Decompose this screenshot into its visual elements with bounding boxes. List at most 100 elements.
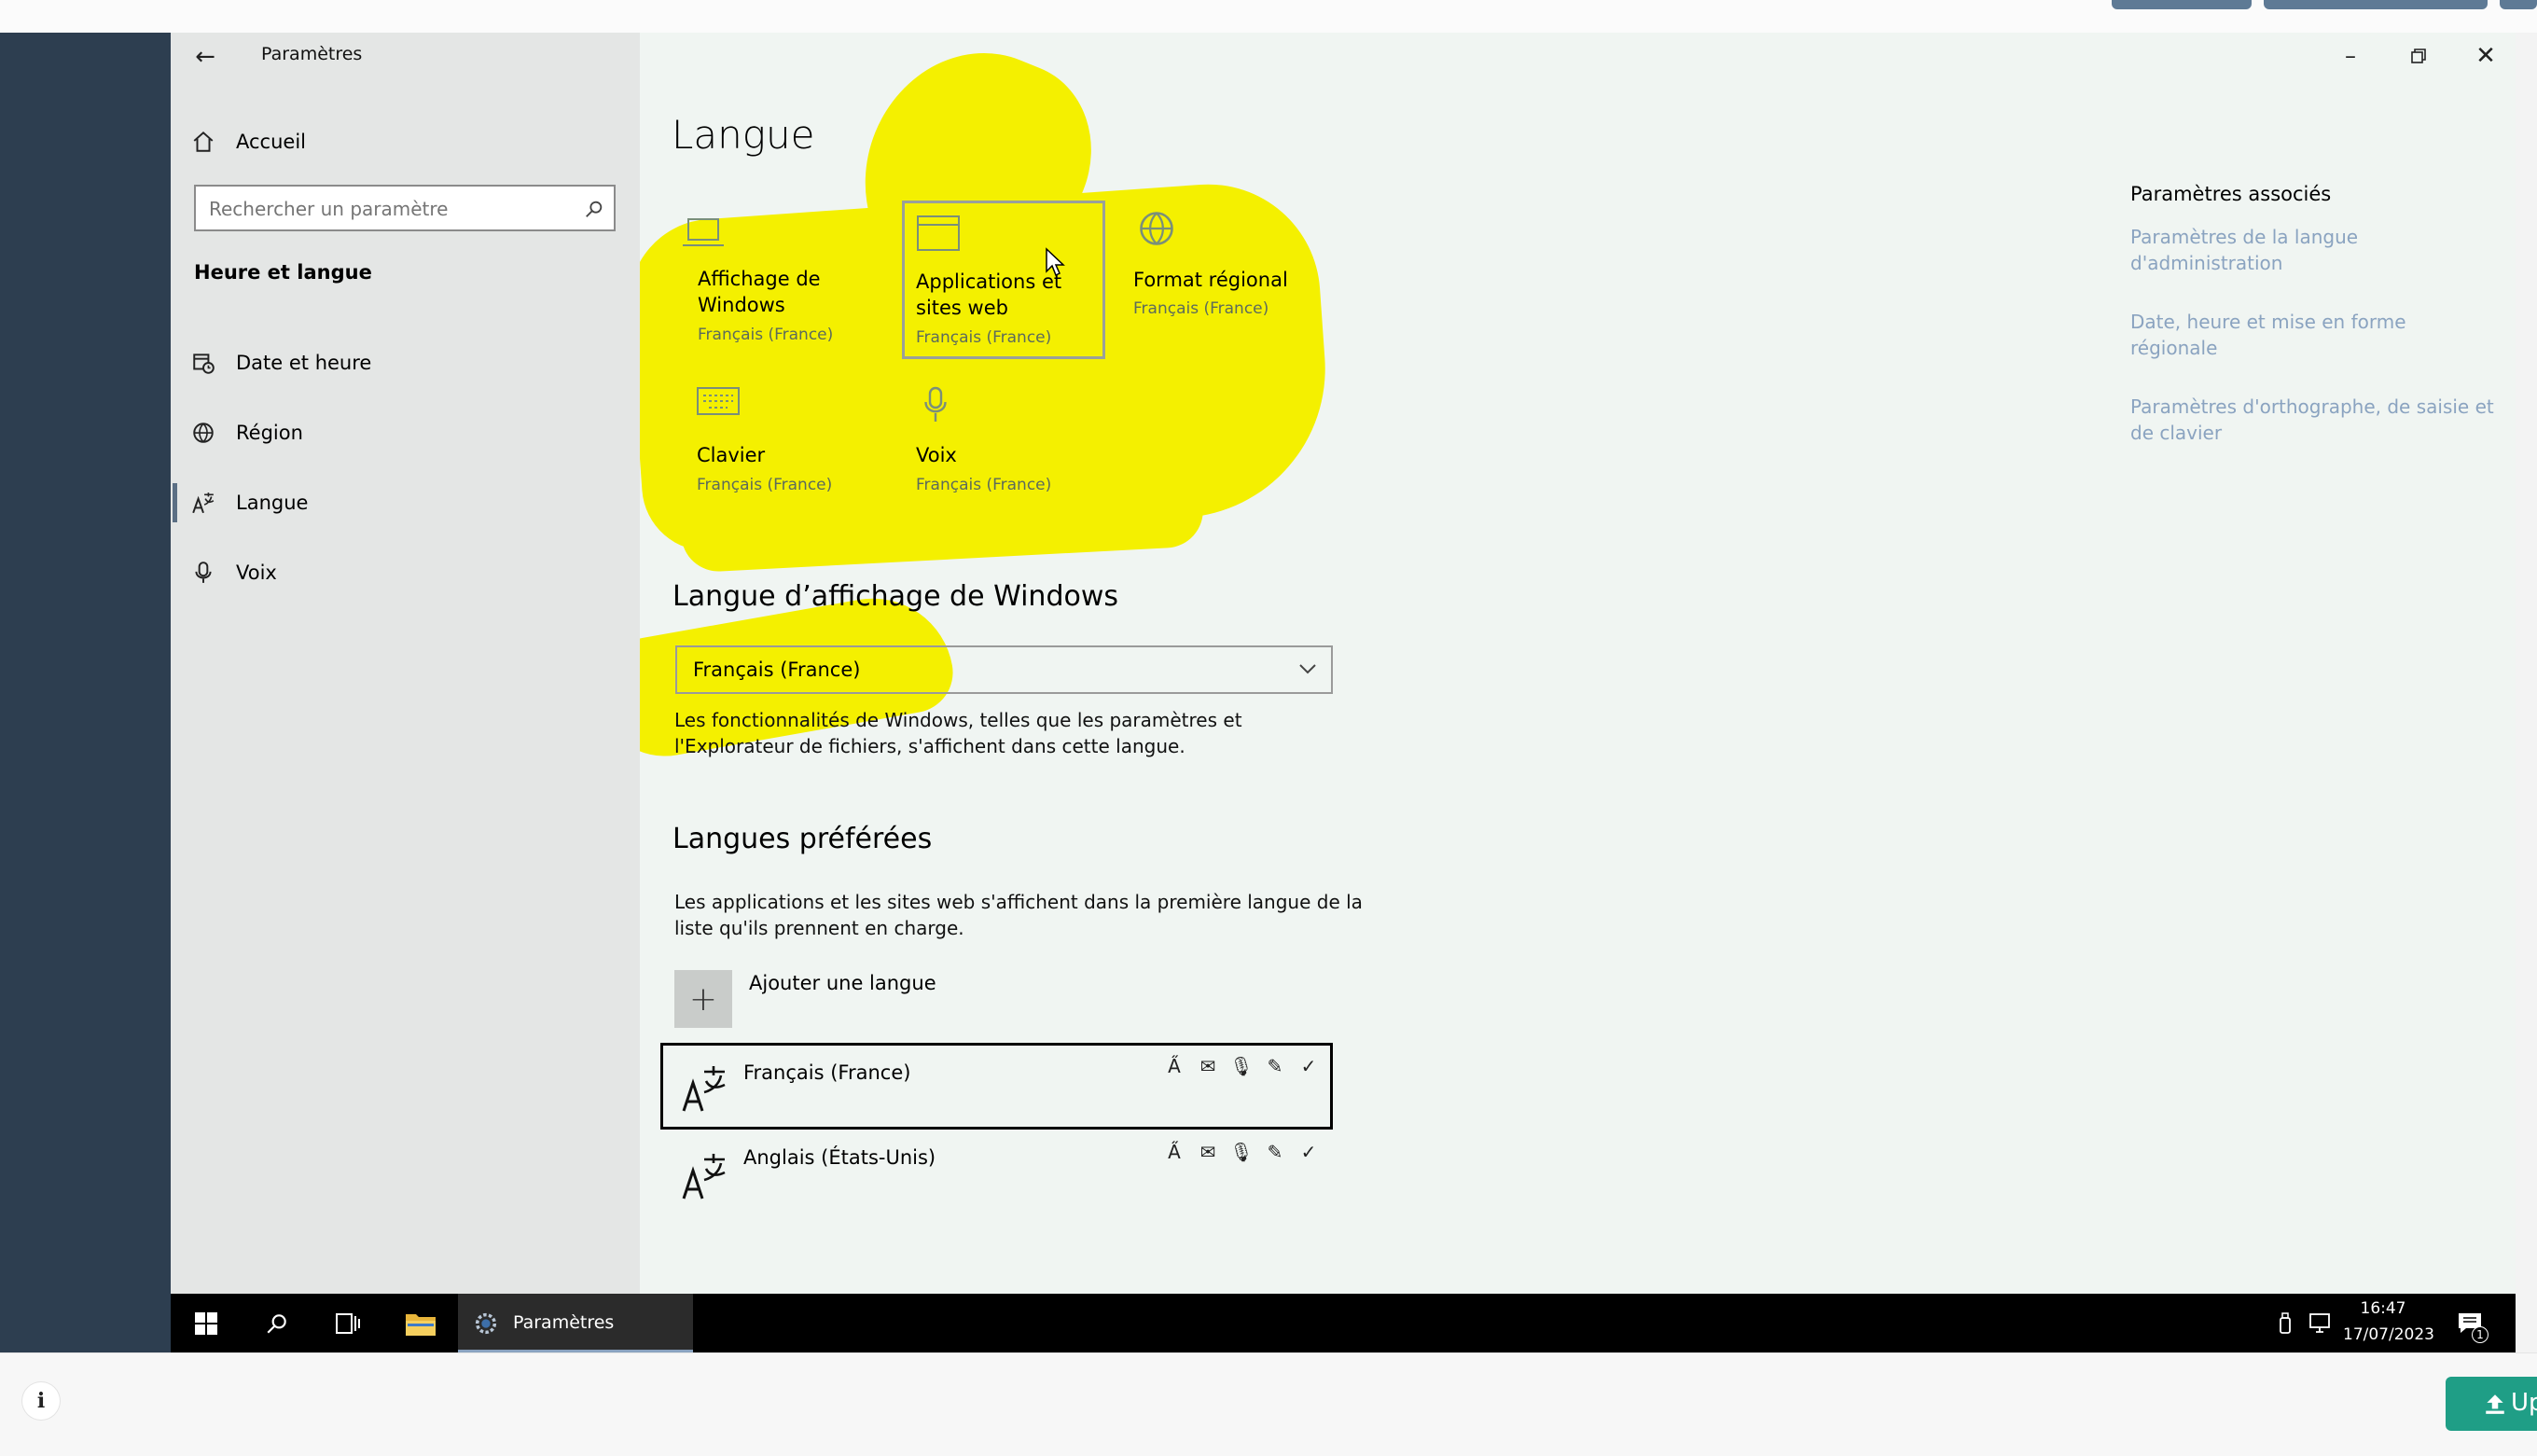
- microphone-icon: 🎙: [1229, 1141, 1254, 1163]
- nav-home[interactable]: Accueil: [191, 123, 564, 160]
- upload-icon: [2486, 1394, 2504, 1414]
- language-display-icon: A̋: [1168, 1141, 1181, 1163]
- tile-clavier[interactable]: Clavier Français (France): [681, 382, 895, 504]
- search-input[interactable]: [207, 194, 565, 224]
- tile-title: Affichage de: [698, 268, 821, 290]
- language-row[interactable]: Anglais (États-Unis) A̋ ✉ 🎙 ✎ ✓: [660, 1133, 1333, 1217]
- related-link-text: de clavier: [2130, 422, 2223, 444]
- outer-left-panel: [0, 33, 171, 1352]
- close-icon[interactable]: ✕: [2462, 37, 2509, 75]
- home-icon: [193, 131, 214, 152]
- display-language-description: l'Explorateur de fichiers, s'affichent d…: [674, 735, 1185, 757]
- related-link-text: régionale: [2130, 337, 2218, 359]
- task-view-icon: [336, 1312, 360, 1334]
- task-view-button[interactable]: [312, 1294, 383, 1352]
- tile-voix[interactable]: Voix Français (France): [902, 382, 1107, 504]
- sidebar-item-langue[interactable]: Langue: [191, 483, 620, 522]
- tile-affichage-windows[interactable]: Affichage de Windows Français (France): [681, 210, 895, 354]
- speech-bubble-icon: ✉: [1199, 1055, 1216, 1077]
- calendar-clock-icon: [193, 354, 215, 374]
- back-arrow-icon[interactable]: ←: [191, 40, 219, 74]
- start-button[interactable]: [171, 1294, 242, 1352]
- minimize-icon[interactable]: –: [2327, 37, 2374, 75]
- tile-subtitle: Français (France): [916, 476, 1052, 494]
- tile-subtitle: Français (France): [698, 326, 834, 344]
- taskbar-time[interactable]: 16:47: [2346, 1299, 2420, 1318]
- search-box[interactable]: [194, 185, 616, 231]
- globe-icon: [1140, 212, 1173, 245]
- language-icon: [192, 492, 215, 514]
- mouse-cursor-icon: [1046, 247, 1065, 277]
- window-title: Paramètres: [261, 44, 363, 64]
- speech-bubble-icon: ✉: [1199, 1141, 1216, 1163]
- display-language-dropdown[interactable]: Français (France): [675, 645, 1333, 694]
- sidebar-item-date-heure[interactable]: Date et heure: [191, 343, 620, 382]
- top-toolbar-button[interactable]: [2264, 0, 2488, 9]
- tile-title: Windows: [698, 294, 785, 316]
- sidebar-item-voix[interactable]: Voix: [191, 553, 620, 592]
- upload-label: Up: [2511, 1389, 2537, 1417]
- chevron-down-icon: [1299, 664, 1316, 674]
- microphone-icon: [924, 386, 947, 422]
- taskbar-app-parametres[interactable]: Paramètres: [458, 1294, 693, 1352]
- related-link-text: Paramètres d'orthographe, de saisie et: [2130, 395, 2494, 418]
- top-toolbar-button[interactable]: [2112, 0, 2252, 9]
- language-feature-icons: A̋ ✉ 🎙 ✎ ✓: [1158, 1055, 1335, 1077]
- sidebar-item-region[interactable]: Région: [191, 413, 620, 452]
- folder-icon: [406, 1313, 436, 1336]
- notification-badge: 1: [2472, 1326, 2488, 1343]
- restore-icon[interactable]: [2395, 37, 2442, 75]
- microphone-icon: [195, 562, 212, 583]
- action-center-button[interactable]: 1: [2453, 1306, 2490, 1343]
- language-icon: [682, 1066, 726, 1112]
- related-link-date-heure[interactable]: Date, heure et mise en forme régionale: [2130, 309, 2503, 361]
- microphone-icon: 🎙: [1229, 1055, 1254, 1077]
- tile-subtitle: Français (France): [916, 328, 1052, 347]
- keyboard-icon: [697, 387, 740, 415]
- language-display-icon: A̋: [1168, 1055, 1181, 1077]
- tile-format-regional[interactable]: Format régional Français (France): [1129, 205, 1334, 326]
- language-row-selected[interactable]: Français (France) A̋ ✉ 🎙 ✎ ✓: [660, 1043, 1333, 1130]
- window-icon: [917, 215, 960, 251]
- handwriting-icon: ✎: [1267, 1055, 1283, 1077]
- spellcheck-icon: ✓: [1300, 1141, 1317, 1163]
- search-icon: [267, 1313, 286, 1334]
- plus-icon: +: [674, 970, 732, 1028]
- related-link-text: d'administration: [2130, 252, 2283, 274]
- tile-applications-sites-web[interactable]: Applications et sites web Français (Fran…: [902, 201, 1105, 359]
- related-link-orthographe[interactable]: Paramètres d'orthographe, de saisie et d…: [2130, 394, 2503, 446]
- add-language-label: Ajouter une langue: [749, 972, 936, 994]
- nav-home-label: Accueil: [236, 131, 306, 153]
- language-icon: [682, 1154, 726, 1199]
- tile-title: sites web: [916, 297, 1008, 319]
- display-language-description: Les fonctionnalités de Windows, telles q…: [674, 709, 1242, 731]
- upload-button[interactable]: Up: [2446, 1377, 2537, 1431]
- preferred-languages-description: Les applications et les sites web s'affi…: [674, 891, 1363, 913]
- related-link-langue-admin[interactable]: Paramètres de la langue d'administration: [2130, 224, 2503, 276]
- sidebar-item-label: Date et heure: [236, 352, 372, 374]
- search-icon[interactable]: [584, 199, 604, 219]
- usb-icon[interactable]: [2272, 1309, 2298, 1338]
- language-feature-icons: A̋ ✉ 🎙 ✎ ✓: [1158, 1141, 1335, 1163]
- display-language-heading: Langue d’affichage de Windows: [672, 580, 1119, 613]
- section-title: Heure et langue: [194, 261, 372, 284]
- related-link-text: Date, heure et mise en forme: [2130, 311, 2406, 333]
- taskbar-search-button[interactable]: [242, 1294, 312, 1352]
- tile-title: Clavier: [697, 444, 766, 466]
- globe-icon: [193, 423, 214, 443]
- page-title: Langue: [672, 112, 815, 158]
- sidebar-item-label: Région: [236, 422, 303, 444]
- windows-logo-icon: [195, 1311, 217, 1335]
- tile-title: Format régional: [1133, 269, 1288, 291]
- taskbar-app-label: Paramètres: [513, 1312, 615, 1333]
- network-icon[interactable]: [2304, 1309, 2336, 1338]
- info-icon[interactable]: i: [22, 1382, 60, 1420]
- taskbar-date[interactable]: 17/07/2023: [2343, 1325, 2434, 1344]
- top-toolbar-button[interactable]: [2500, 0, 2537, 9]
- laptop-icon: [683, 218, 724, 246]
- add-language-button[interactable]: + Ajouter une langue: [674, 970, 1047, 1028]
- tile-subtitle: Français (France): [1133, 299, 1269, 318]
- file-explorer-button[interactable]: [385, 1294, 456, 1352]
- tile-subtitle: Français (France): [697, 476, 833, 494]
- dropdown-value: Français (France): [693, 659, 861, 681]
